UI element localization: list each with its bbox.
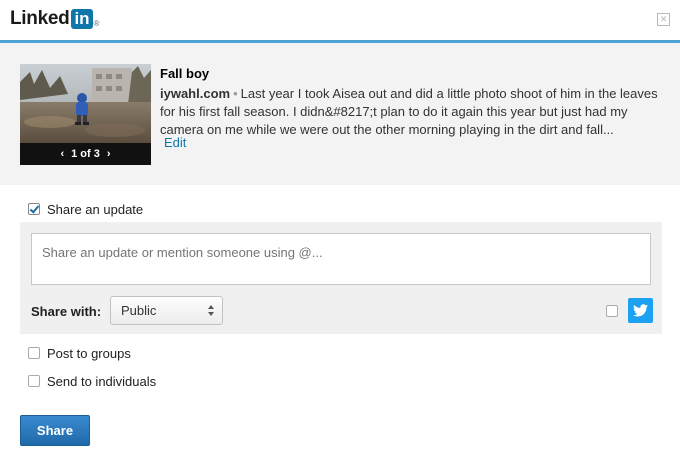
twitter-icon xyxy=(633,304,648,317)
thumbnail-pager: ‹ 1 of 3 › xyxy=(20,143,151,165)
twitter-checkbox[interactable] xyxy=(606,305,618,317)
thumbnail-counter: 1 of 3 xyxy=(71,148,100,160)
share-update-label: Share an update xyxy=(47,202,144,217)
edit-preview-link[interactable]: Edit xyxy=(164,135,186,150)
preview-source: iywahl.com xyxy=(160,86,231,101)
next-thumbnail-button[interactable]: › xyxy=(107,148,111,160)
link-preview: ‹ 1 of 3 › Fall boy iywahl.com • Last year… xyxy=(0,43,680,185)
linkedin-logo: Linked in ® xyxy=(10,8,99,30)
twitter-button[interactable] xyxy=(628,298,653,323)
visibility-select[interactable]: Public xyxy=(110,296,223,325)
share-update-panel: Share with: Public xyxy=(20,222,662,334)
logo-in-badge: in xyxy=(71,9,93,29)
visibility-value: Public xyxy=(121,303,157,318)
source-separator: • xyxy=(233,86,238,101)
post-to-groups-label: Post to groups xyxy=(47,346,131,361)
preview-photo xyxy=(20,64,151,143)
logo-wordmark: Linked xyxy=(10,8,70,29)
preview-thumbnail: ‹ 1 of 3 › xyxy=(20,64,151,165)
registered-mark: ® xyxy=(93,18,100,28)
send-to-individuals-label: Send to individuals xyxy=(47,374,157,389)
share-update-input[interactable] xyxy=(31,233,651,285)
send-to-individuals-checkbox[interactable] xyxy=(28,375,40,387)
share-button[interactable]: Share xyxy=(20,415,90,446)
post-to-groups-checkbox[interactable] xyxy=(28,347,40,359)
dialog-header: Linked in ® ✕ xyxy=(0,0,680,43)
share-with-label: Share with: xyxy=(31,304,102,319)
close-icon[interactable]: ✕ xyxy=(657,13,670,26)
preview-description-block: iywahl.com • Last year I took Aisea out an… xyxy=(160,85,660,139)
prev-thumbnail-button[interactable]: ‹ xyxy=(60,148,64,160)
select-arrows-icon xyxy=(208,305,214,316)
share-update-checkbox[interactable] xyxy=(28,203,40,215)
preview-title: Fall boy xyxy=(160,66,210,81)
